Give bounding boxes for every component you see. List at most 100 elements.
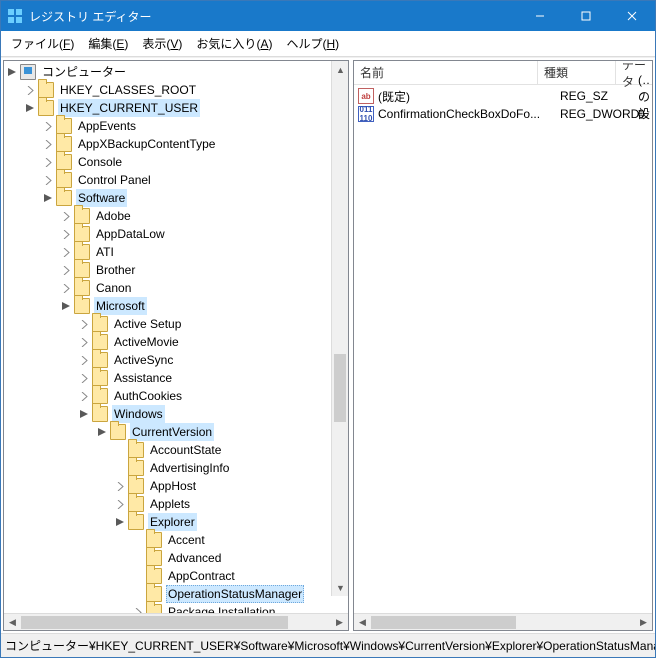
tree-item[interactable]: Active Setup [4,315,348,333]
tree-item[interactable]: Package Installation [4,603,348,613]
tree-item[interactable]: Adobe [4,207,348,225]
expander-icon[interactable] [94,424,110,440]
folder-icon [38,100,54,116]
scroll-track[interactable] [21,615,331,630]
expander-icon[interactable] [58,244,74,260]
scroll-left-button[interactable]: ◀ [354,615,371,630]
expander-icon[interactable] [40,136,56,152]
menu-view[interactable]: 表示(V) [136,33,188,54]
expander-icon[interactable] [130,604,146,613]
tree-vertical-scrollbar[interactable]: ▲ ▼ [331,61,348,596]
expander-icon[interactable] [76,388,92,404]
tree-item[interactable]: ATI [4,243,348,261]
menu-file[interactable]: ファイル(F) [5,33,80,54]
menu-help[interactable]: ヘルプ(H) [280,33,345,54]
expander-icon[interactable] [112,496,128,512]
tree-item[interactable]: Brother [4,261,348,279]
regedit-icon [7,8,23,24]
tree-item-windows[interactable]: Windows [4,405,348,423]
tree-item-computer[interactable]: コンピューター [4,63,348,81]
expander-icon[interactable] [40,172,56,188]
expander-icon[interactable] [58,226,74,242]
tree-item[interactable]: AppHost [4,477,348,495]
folder-icon [146,568,162,584]
folder-icon [110,424,126,440]
tree-item-opstatusmanager[interactable]: OperationStatusManager [4,585,348,603]
scroll-up-button[interactable]: ▲ [333,61,348,78]
folder-icon [92,370,108,386]
scroll-track[interactable] [371,615,635,630]
folder-icon [146,532,162,548]
folder-icon [74,226,90,242]
folder-icon [92,406,108,422]
folder-icon [146,586,162,602]
folder-icon [74,244,90,260]
minimize-button[interactable] [517,1,563,31]
tree-item[interactable]: ActiveSync [4,351,348,369]
tree-item-explorer[interactable]: Explorer [4,513,348,531]
column-header-type[interactable]: 種類 [538,61,616,84]
folder-icon [56,118,72,134]
tree-item[interactable]: ActiveMovie [4,333,348,351]
tree-item[interactable]: Canon [4,279,348,297]
list-item[interactable]: 011110 ConfirmationCheckBoxDoFo... REG_D… [354,105,652,123]
tree-item[interactable]: Accent [4,531,348,549]
scroll-track[interactable] [332,78,348,579]
tree-item[interactable]: AppDataLow [4,225,348,243]
expander-icon[interactable] [58,298,74,314]
folder-icon [56,172,72,188]
list-item[interactable]: ab (既定) REG_SZ (値の設 [354,87,652,105]
scroll-down-button[interactable]: ▼ [333,579,348,596]
menu-favorites[interactable]: お気に入り(A) [190,33,278,54]
column-header-name[interactable]: 名前 [354,61,538,84]
folder-icon [146,604,162,613]
menu-edit[interactable]: 編集(E) [82,33,134,54]
expander-icon[interactable] [76,334,92,350]
scroll-thumb[interactable] [334,354,346,422]
registry-tree[interactable]: コンピューター HKEY_CLASSES_ROOT HKEY_CURRENT_U… [4,61,348,613]
tree-item-software[interactable]: Software [4,189,348,207]
tree-item-hkcr[interactable]: HKEY_CLASSES_ROOT [4,81,348,99]
tree-item[interactable]: AuthCookies [4,387,348,405]
folder-icon [128,442,144,458]
expander-icon[interactable] [112,514,128,530]
values-pane: 名前 種類 データ ab (既定) REG_SZ (値の設 011110 Con… [353,60,653,631]
scroll-right-button[interactable]: ▶ [331,615,348,630]
tree-pane: コンピューター HKEY_CLASSES_ROOT HKEY_CURRENT_U… [3,60,349,631]
tree-item-microsoft[interactable]: Microsoft [4,297,348,315]
expander-icon[interactable] [4,64,20,80]
scroll-thumb[interactable] [21,616,288,629]
expander-icon[interactable] [58,262,74,278]
expander-icon[interactable] [22,100,38,116]
expander-icon[interactable] [112,478,128,494]
values-list[interactable]: ab (既定) REG_SZ (値の設 011110 ConfirmationC… [354,85,652,613]
tree-horizontal-scrollbar[interactable]: ◀ ▶ [4,613,348,630]
tree-item[interactable]: Assistance [4,369,348,387]
computer-icon [20,64,36,80]
expander-icon[interactable] [76,352,92,368]
maximize-button[interactable] [563,1,609,31]
scroll-left-button[interactable]: ◀ [4,615,21,630]
expander-icon[interactable] [76,370,92,386]
expander-icon[interactable] [58,280,74,296]
expander-icon[interactable] [40,154,56,170]
expander-icon[interactable] [22,82,38,98]
tree-item[interactable]: Applets [4,495,348,513]
expander-icon[interactable] [58,208,74,224]
tree-item[interactable]: Advanced [4,549,348,567]
scroll-right-button[interactable]: ▶ [635,615,652,630]
expander-icon[interactable] [76,316,92,332]
menu-bar: ファイル(F) 編集(E) 表示(V) お気に入り(A) ヘルプ(H) [1,31,655,57]
tree-item[interactable]: AppContract [4,567,348,585]
tree-item[interactable]: AccountState [4,441,348,459]
tree-item-currentversion[interactable]: CurrentVersion [4,423,348,441]
expander-icon[interactable] [40,190,56,206]
expander-icon[interactable] [76,406,92,422]
list-horizontal-scrollbar[interactable]: ◀ ▶ [354,613,652,630]
expander-icon[interactable] [40,118,56,134]
folder-icon [128,460,144,476]
tree-item[interactable]: AdvertisingInfo [4,459,348,477]
close-button[interactable] [609,1,655,31]
scroll-thumb[interactable] [371,616,516,629]
folder-icon [92,316,108,332]
